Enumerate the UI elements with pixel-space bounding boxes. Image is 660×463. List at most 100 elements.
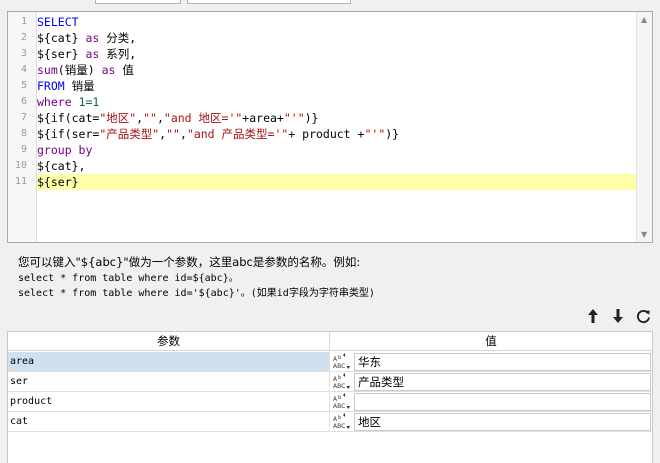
code-token: as: [85, 31, 100, 45]
code-line[interactable]: 10 ${cat},: [8, 158, 652, 174]
line-number: 1: [20, 16, 27, 27]
param-value-input[interactable]: 地区: [354, 413, 651, 431]
code-token: )}: [304, 111, 319, 125]
code-token: ${if(ser=: [37, 127, 100, 141]
code-line[interactable]: 9 group by: [8, 142, 652, 158]
svg-text:ABC: ABC: [333, 403, 345, 410]
code-text[interactable]: ${if(cat="地区","","and 地区='"+area+"'")}: [37, 110, 637, 126]
parameter-hint: 您可以键入"${abc}"做为一个参数，这里abc是参数的名称。例如: sele…: [18, 254, 648, 301]
editor-vertical-scrollbar[interactable]: ▲ ▼: [636, 12, 652, 242]
param-value-input[interactable]: 产品类型: [354, 373, 651, 391]
scroll-down-icon[interactable]: ▼: [641, 230, 647, 239]
code-token: as: [85, 47, 100, 61]
code-token: ${cat},: [37, 159, 86, 173]
code-line[interactable]: 2 ${cat} as 分类,: [8, 30, 652, 46]
code-text[interactable]: FROM 销量: [37, 78, 637, 94]
code-token: ${if(cat=: [37, 111, 100, 125]
param-name-cell[interactable]: product: [8, 392, 330, 411]
value-type-icon[interactable]: Ab ABC: [331, 393, 353, 411]
svg-text:ABC: ABC: [333, 363, 345, 370]
code-token: 分类,: [99, 31, 137, 45]
value-type-icon[interactable]: Ab ABC: [331, 373, 353, 391]
code-line[interactable]: 11 ${ser}: [8, 174, 652, 190]
line-number: 10: [14, 160, 27, 171]
line-number: 5: [20, 80, 27, 91]
hint-example-1: select * from table where id=${abc}。: [18, 273, 239, 284]
code-line[interactable]: 4 sum(销量) as 值: [8, 62, 652, 78]
table-row[interactable]: ser Ab ABC 产品类型: [8, 372, 652, 392]
code-token: )}: [385, 127, 400, 141]
param-name-cell[interactable]: area: [8, 352, 330, 371]
code-token: "'": [364, 127, 386, 141]
header-value: 值: [485, 334, 497, 348]
param-value-input[interactable]: [354, 393, 651, 411]
code-token: 系列,: [99, 47, 137, 61]
code-token: +area+: [242, 111, 284, 125]
param-name-cell[interactable]: cat: [8, 412, 330, 431]
code-token: 销量: [64, 79, 95, 93]
table-row[interactable]: cat Ab ABC 地区: [8, 412, 652, 432]
parameters-table: 参数 值 area Ab ABC 华东 ser Ab ABC 产品类型 product Ab ABC…: [7, 331, 653, 463]
code-token: ${ser}: [37, 175, 79, 189]
table-row[interactable]: area Ab ABC 华东: [8, 352, 652, 372]
code-token: FROM: [37, 79, 65, 93]
code-token: 值: [115, 63, 134, 77]
code-token: sum: [37, 63, 58, 77]
refresh-button[interactable]: [635, 307, 651, 325]
code-token: + product +: [288, 127, 365, 141]
svg-text:b: b: [338, 355, 341, 361]
code-text[interactable]: sum(销量) as 值: [37, 62, 637, 78]
line-number: 7: [20, 112, 27, 123]
code-text[interactable]: ${ser} as 系列,: [37, 46, 637, 62]
value-type-icon[interactable]: Ab ABC: [331, 353, 353, 371]
code-token: ,: [156, 111, 164, 125]
code-line[interactable]: 6 where 1=1: [8, 94, 652, 110]
svg-text:b: b: [338, 395, 341, 401]
code-token: "产品类型": [99, 127, 160, 141]
hint-example-2: select * from table where id='${abc}'。(如…: [18, 288, 375, 299]
code-line[interactable]: 3 ${ser} as 系列,: [8, 46, 652, 62]
code-text[interactable]: ${ser}: [37, 174, 637, 190]
svg-text:b: b: [338, 415, 341, 421]
code-text[interactable]: ${if(ser="产品类型","","and 产品类型='"+ product…: [37, 126, 637, 142]
code-line[interactable]: 1 SELECT: [8, 14, 652, 30]
code-text[interactable]: ${cat},: [37, 158, 637, 174]
code-line[interactable]: 7 ${if(cat="地区","","and 地区='"+area+"'")}: [8, 110, 652, 126]
code-token: ${ser}: [37, 47, 79, 61]
code-token: ${cat}: [37, 31, 79, 45]
arrow-down-icon: [613, 309, 623, 323]
code-text[interactable]: SELECT: [37, 14, 637, 30]
line-number: 8: [20, 128, 27, 139]
code-token: where: [37, 95, 72, 109]
param-toolbar: [585, 307, 651, 327]
code-line[interactable]: 5 FROM 销量: [8, 78, 652, 94]
top-field-left[interactable]: [95, 0, 181, 4]
code-text[interactable]: ${cat} as 分类,: [37, 30, 637, 46]
table-row[interactable]: product Ab ABC: [8, 392, 652, 412]
param-name-cell[interactable]: ser: [8, 372, 330, 391]
code-token: ,: [179, 127, 187, 141]
table-header: 参数 值: [8, 332, 652, 351]
line-number: 6: [20, 96, 27, 107]
code-text[interactable]: group by: [37, 142, 637, 158]
code-line[interactable]: 8 ${if(ser="产品类型","","and 产品类型='"+ produc…: [8, 126, 652, 142]
param-value-input[interactable]: 华东: [354, 353, 651, 371]
header-param: 参数: [8, 332, 330, 351]
move-up-button[interactable]: [585, 307, 601, 325]
top-toolbar-strip: [0, 0, 660, 8]
top-field-right[interactable]: [187, 0, 351, 4]
code-token: group by: [37, 143, 93, 157]
move-down-button[interactable]: [610, 307, 626, 325]
line-number: 2: [20, 32, 27, 43]
line-number: 4: [20, 64, 27, 75]
sql-editor[interactable]: 1 SELECT 2 ${cat} as 分类, 3 ${ser} as 系列, 4 sum(…: [7, 11, 653, 243]
line-number: 3: [20, 48, 27, 59]
scroll-up-icon[interactable]: ▲: [641, 15, 647, 24]
code-text[interactable]: where 1=1: [37, 94, 637, 110]
code-token: "and 地区='": [163, 111, 243, 125]
code-token: "": [143, 111, 157, 125]
code-token: 1=1: [78, 95, 100, 109]
code-token: as: [101, 63, 116, 77]
code-token: "地区": [99, 111, 137, 125]
value-type-icon[interactable]: Ab ABC: [331, 413, 353, 431]
